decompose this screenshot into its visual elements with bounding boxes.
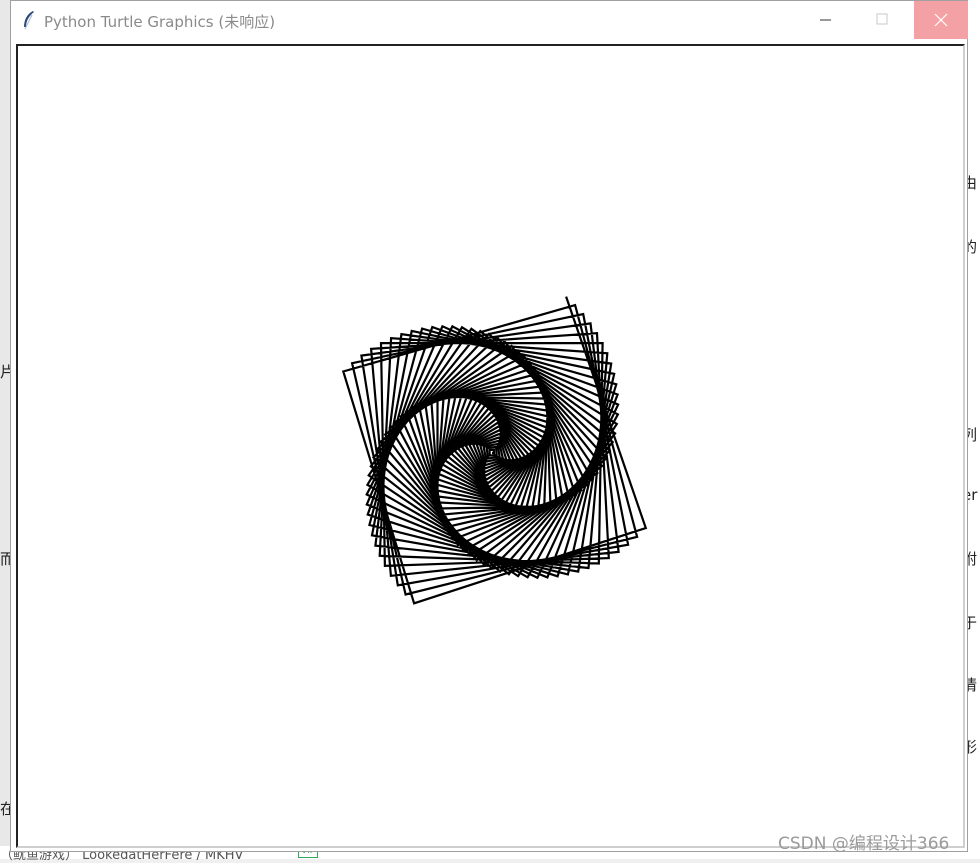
square-spiral-drawing <box>341 296 648 605</box>
turtle-canvas[interactable] <box>16 44 965 848</box>
background-left-strip <box>0 0 10 859</box>
background-text: 而 <box>0 550 10 568</box>
close-icon <box>934 13 948 27</box>
minimize-button[interactable] <box>802 1 848 39</box>
window-title: Python Turtle Graphics (未响应) <box>44 13 276 31</box>
minimize-icon <box>820 19 831 21</box>
background-text: 片 <box>0 363 10 381</box>
maximize-icon <box>876 13 888 25</box>
background-text: 在 <box>0 800 10 818</box>
window-titlebar[interactable]: Python Turtle Graphics (未响应) <box>11 1 968 39</box>
close-button[interactable] <box>914 1 968 39</box>
spiral-path <box>341 296 648 605</box>
turtle-window: Python Turtle Graphics (未响应) <box>10 0 968 852</box>
csdn-watermark: CSDN @编程设计366 <box>778 834 950 854</box>
maximize-button[interactable] <box>859 1 905 39</box>
feather-icon <box>24 11 34 30</box>
